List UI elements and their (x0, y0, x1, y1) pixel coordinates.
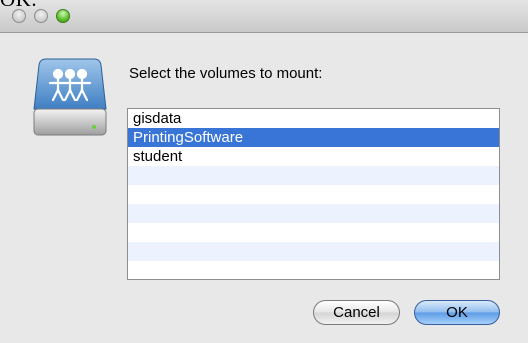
volume-list[interactable]: gisdata PrintingSoftware student (127, 108, 500, 280)
title-bar[interactable] (0, 0, 528, 33)
mount-volumes-dialog: Select the volumes to mount: gisdata Pri… (0, 33, 528, 343)
close-window-button[interactable] (12, 9, 26, 23)
minimize-window-button[interactable] (34, 9, 48, 23)
empty-list-row (128, 185, 499, 204)
empty-list-row (128, 204, 499, 223)
empty-list-row (128, 223, 499, 242)
network-drive-icon (30, 55, 110, 141)
mount-prompt-label: Select the volumes to mount: (129, 65, 323, 82)
empty-list-row (128, 242, 499, 261)
volume-row-selected[interactable]: PrintingSoftware (128, 128, 499, 147)
empty-list-row (128, 166, 499, 185)
empty-list-row (128, 261, 499, 279)
ok-button[interactable]: OK (414, 300, 500, 325)
cropped-caption-text: OK. (0, 0, 37, 11)
volume-row[interactable]: gisdata (128, 109, 499, 128)
volume-row[interactable]: student (128, 147, 499, 166)
cancel-button[interactable]: Cancel (313, 300, 400, 325)
zoom-window-button[interactable] (56, 9, 70, 23)
